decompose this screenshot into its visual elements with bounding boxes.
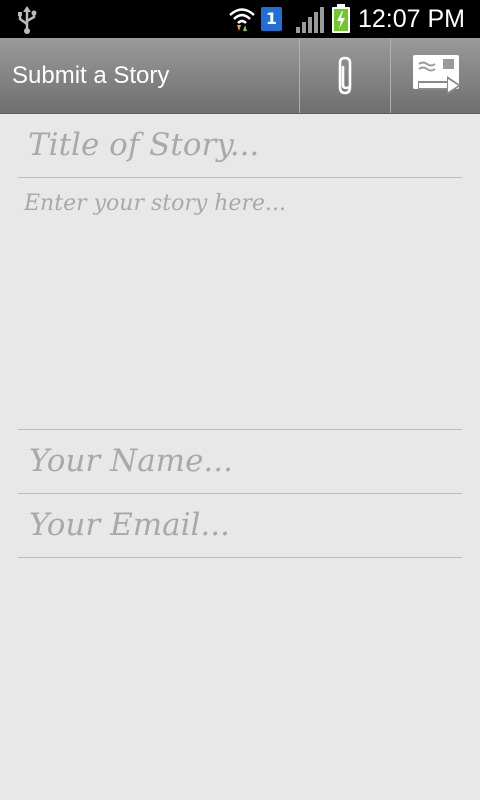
- email-placeholder: Your Email...: [29, 507, 230, 543]
- usb-icon: [16, 6, 38, 38]
- status-bar: 1 12:07 PM: [0, 0, 480, 38]
- name-placeholder: Your Name...: [29, 443, 233, 479]
- page-title: Submit a Story: [12, 62, 170, 89]
- send-button[interactable]: [390, 38, 480, 113]
- battery-charging-icon: [331, 4, 351, 38]
- sim-icon: 1: [261, 7, 282, 31]
- story-body-input[interactable]: Enter your story here...: [18, 178, 462, 430]
- wifi-icon: [228, 5, 256, 37]
- attach-icon: [338, 56, 352, 95]
- attach-button[interactable]: [299, 38, 390, 113]
- name-input[interactable]: Your Name...: [18, 430, 462, 494]
- story-title-placeholder: Title of Story...: [28, 127, 260, 163]
- story-title-input[interactable]: Title of Story...: [18, 115, 462, 178]
- send-message-icon: [413, 55, 461, 95]
- signal-icon: [296, 6, 326, 38]
- status-time: 12:07 PM: [358, 5, 466, 33]
- story-body-placeholder: Enter your story here...: [24, 191, 286, 216]
- action-bar: Submit a Story: [0, 38, 480, 114]
- email-input[interactable]: Your Email...: [18, 494, 462, 558]
